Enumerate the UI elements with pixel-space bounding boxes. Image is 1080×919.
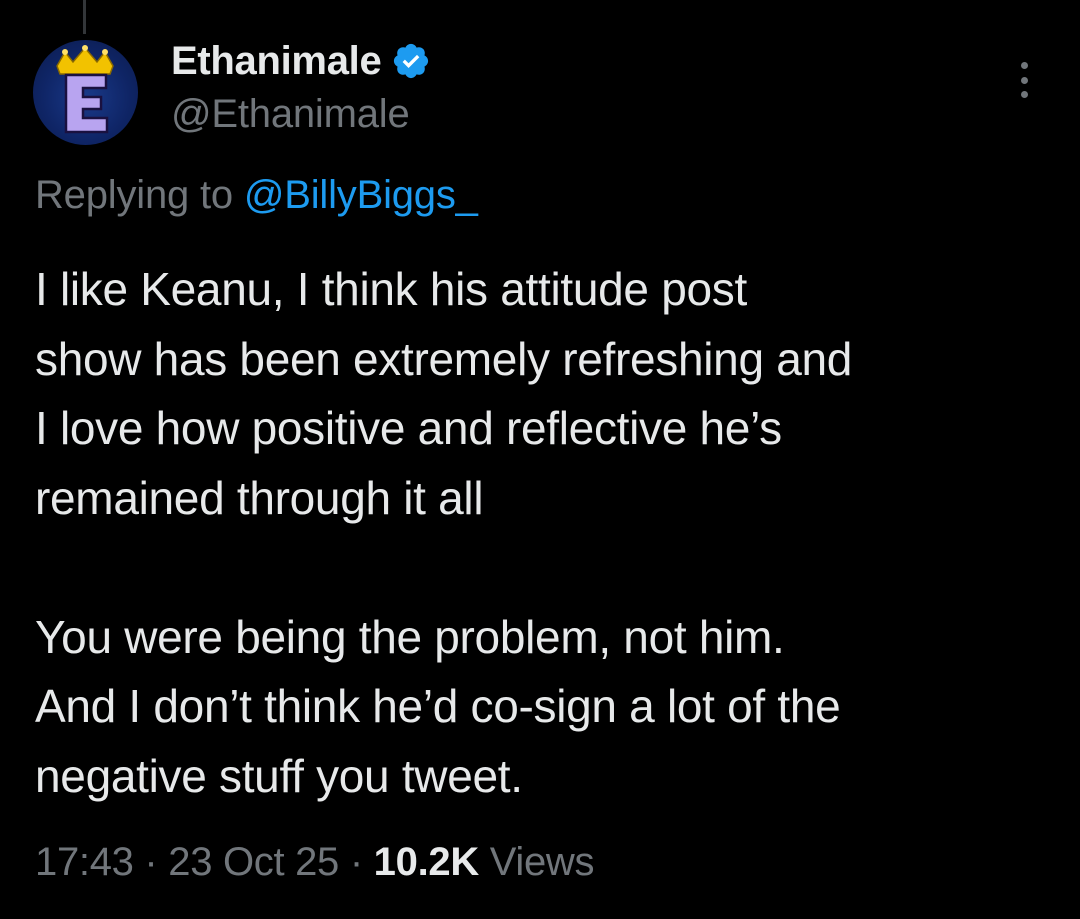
tweet-date[interactable]: 23 Oct 25 bbox=[168, 840, 339, 884]
more-dot bbox=[1020, 76, 1028, 84]
avatar-logo-icon bbox=[56, 45, 114, 134]
meta-separator: · bbox=[339, 840, 374, 884]
author-handle[interactable]: @Ethanimale bbox=[171, 92, 410, 137]
meta-separator: · bbox=[133, 840, 169, 884]
display-name[interactable]: Ethanimale bbox=[171, 39, 382, 84]
thread-connector-line bbox=[83, 0, 86, 34]
tweet-metadata: 17:43 · 23 Oct 25 · 10.2K Views bbox=[35, 840, 595, 885]
author-name-row[interactable]: Ethanimale bbox=[171, 36, 431, 86]
tweet-time[interactable]: 17:43 bbox=[35, 840, 134, 884]
replying-to-line: Replying to @BillyBiggs_ bbox=[35, 173, 478, 218]
views-label: Views bbox=[478, 840, 595, 884]
crown-icon bbox=[56, 45, 114, 75]
tweet-paragraph: I like Keanu, I think his attitude post … bbox=[35, 263, 853, 524]
verified-badge-icon bbox=[394, 43, 429, 79]
reply-mention-link[interactable]: @BillyBiggs_ bbox=[244, 173, 478, 217]
replying-to-label: Replying to bbox=[35, 173, 244, 217]
tweet-body: I like Keanu, I think his attitude post … bbox=[35, 255, 1055, 811]
views-count[interactable]: 10.2K bbox=[374, 840, 480, 884]
tweet-paragraph: You were being the problem, not him. And… bbox=[35, 610, 841, 802]
more-options-icon[interactable] bbox=[1014, 62, 1034, 98]
more-dot bbox=[1020, 91, 1028, 98]
more-dot bbox=[1020, 62, 1028, 69]
letter-e-mark bbox=[64, 73, 109, 134]
avatar[interactable] bbox=[33, 40, 138, 145]
